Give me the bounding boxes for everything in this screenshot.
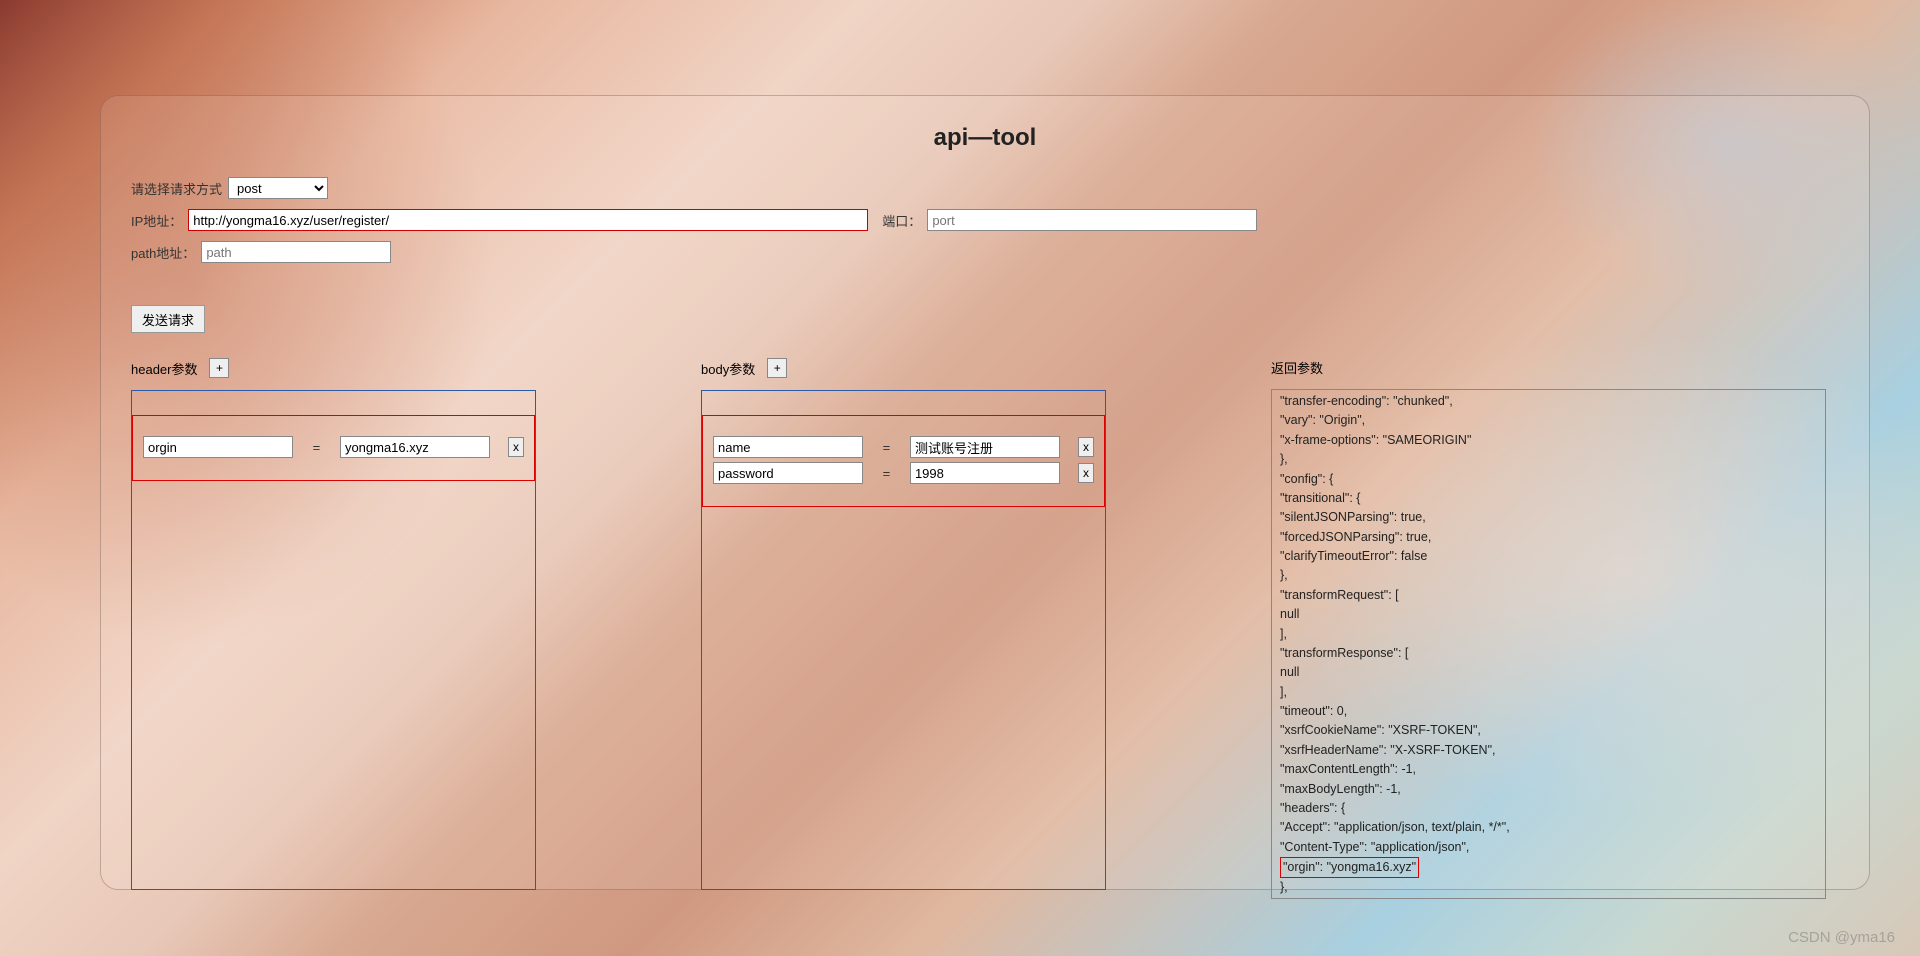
header-column: header参数 + =x <box>131 358 536 890</box>
add-header-button[interactable]: + <box>209 358 229 378</box>
main-panel: api—tool 请选择请求方式 getpostputdelete IP地址： … <box>100 95 1870 890</box>
kv-row: =x <box>713 436 1094 458</box>
equals-sign: = <box>881 466 892 481</box>
response-line: "config": { <box>1280 470 1817 489</box>
response-line: "Accept": "application/json, text/plain,… <box>1280 818 1817 837</box>
kv-row: =x <box>713 462 1094 484</box>
response-line: "clarifyTimeoutError": false <box>1280 547 1817 566</box>
param-key-input[interactable] <box>713 436 863 458</box>
ip-label: IP地址： <box>131 211 182 230</box>
path-input[interactable] <box>201 241 391 263</box>
response-line: }, <box>1280 566 1817 585</box>
response-label: 返回参数 <box>1271 358 1323 377</box>
param-value-input[interactable] <box>910 436 1060 458</box>
response-line: "transfer-encoding": "chunked", <box>1280 392 1817 411</box>
response-box[interactable]: "transfer-encoding": "chunked","vary": "… <box>1271 389 1826 899</box>
param-value-input[interactable] <box>910 462 1060 484</box>
response-line: "timeout": 0, <box>1280 702 1817 721</box>
response-line: "Content-Type": "application/json", <box>1280 838 1817 857</box>
remove-param-button[interactable]: x <box>1078 463 1094 483</box>
ip-input[interactable] <box>188 209 868 231</box>
method-select[interactable]: getpostputdelete <box>228 177 328 199</box>
port-input[interactable] <box>927 209 1257 231</box>
param-key-input[interactable] <box>713 462 863 484</box>
response-line: "headers": { <box>1280 799 1817 818</box>
body-group: =x=x <box>702 415 1105 507</box>
remove-param-button[interactable]: x <box>508 437 524 457</box>
body-box: =x=x <box>701 390 1106 890</box>
response-line: ], <box>1280 683 1817 702</box>
add-body-button[interactable]: + <box>767 358 787 378</box>
response-line: "x-frame-options": "SAMEORIGIN" <box>1280 431 1817 450</box>
path-label: path地址： <box>131 243 195 262</box>
response-column: 返回参数 "transfer-encoding": "chunked","var… <box>1271 358 1839 899</box>
response-line: ], <box>1280 625 1817 644</box>
response-line: null <box>1280 663 1817 682</box>
ip-row: IP地址： 端口： <box>131 209 1839 231</box>
response-line: "transitional": { <box>1280 489 1817 508</box>
equals-sign: = <box>881 440 892 455</box>
port-label: 端口： <box>882 211 921 230</box>
response-line: "transformResponse": [ <box>1280 644 1817 663</box>
header-box: =x <box>131 390 536 890</box>
response-line: }, <box>1280 878 1817 897</box>
response-line: "xsrfHeaderName": "X-XSRF-TOKEN", <box>1280 741 1817 760</box>
response-line: "xsrfCookieName": "XSRF-TOKEN", <box>1280 721 1817 740</box>
param-value-input[interactable] <box>340 436 490 458</box>
response-line: "forcedJSONParsing": true, <box>1280 528 1817 547</box>
body-column: body参数 + =x=x <box>701 358 1106 890</box>
path-row: path地址： <box>131 241 1839 263</box>
method-row: 请选择请求方式 getpostputdelete <box>131 177 1839 199</box>
response-line: }, <box>1280 450 1817 469</box>
kv-row: =x <box>143 436 524 458</box>
param-key-input[interactable] <box>143 436 293 458</box>
response-line: "silentJSONParsing": true, <box>1280 508 1817 527</box>
response-line: "vary": "Origin", <box>1280 411 1817 430</box>
response-line: "method": "post", <box>1280 898 1817 899</box>
columns: header参数 + =x body参数 + =x=x 返回参数 "transf… <box>131 358 1839 899</box>
equals-sign: = <box>311 440 322 455</box>
response-line: null <box>1280 605 1817 624</box>
response-line: "maxBodyLength": -1, <box>1280 780 1817 799</box>
header-group: =x <box>132 415 535 481</box>
page-title: api—tool <box>131 124 1839 152</box>
method-label: 请选择请求方式 <box>131 179 222 198</box>
response-line: "transformRequest": [ <box>1280 586 1817 605</box>
send-button[interactable]: 发送请求 <box>131 305 205 333</box>
response-line: "maxContentLength": -1, <box>1280 760 1817 779</box>
watermark: CSDN @yma16 <box>1788 929 1895 946</box>
remove-param-button[interactable]: x <box>1078 437 1094 457</box>
response-highlight: "orgin": "yongma16.xyz" <box>1280 857 1419 878</box>
body-params-label: body参数 <box>701 359 755 378</box>
header-params-label: header参数 <box>131 359 197 378</box>
